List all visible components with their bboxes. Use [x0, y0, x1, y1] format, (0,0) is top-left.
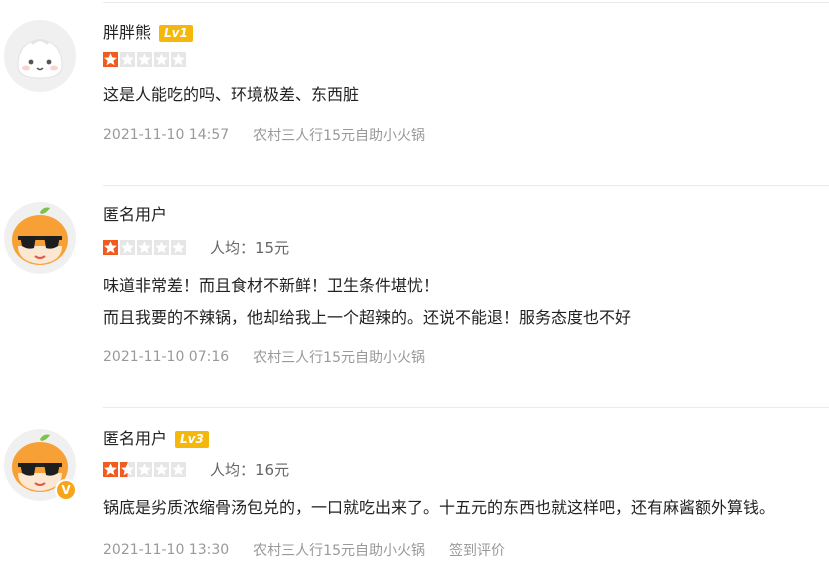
username[interactable]: 胖胖熊 [103, 22, 151, 44]
star-empty-icon [137, 461, 152, 477]
review-item: V 匿名用户 Lv3 人均：16元 锅底是劣质浓缩骨汤包兑的，一口就吃出来了。十… [0, 407, 829, 574]
star-rating [103, 51, 186, 67]
price-per-person: 人均：16元 [210, 460, 290, 479]
review-content: 这是人能吃的吗、环境极差、东西脏 [103, 79, 359, 111]
shop-name-link[interactable]: 农村三人行15元自助小火锅 [253, 347, 425, 367]
username[interactable]: 匿名用户 [103, 204, 167, 226]
review-date: 2021-11-10 14:57 [103, 127, 230, 143]
review-content-line: 锅底是劣质浓缩骨汤包兑的，一口就吃出来了。十五元的东西也就这样吧，还有麻酱额外算… [103, 498, 776, 517]
price-per-person: 人均：15元 [210, 238, 290, 257]
orange-sunglasses-avatar-icon[interactable] [4, 202, 76, 274]
review-item: 匿名用户 人均：15元 味道非常差！而且食材不新鲜！卫生条件堪忧！ 而且我要的不… [0, 185, 829, 407]
verified-badge-icon: V [55, 479, 77, 501]
star-rating [103, 239, 186, 255]
star-empty-icon [171, 461, 186, 477]
review-content-line: 味道非常差！而且食材不新鲜！卫生条件堪忧！ [103, 276, 440, 295]
star-filled-icon [103, 461, 118, 477]
rating-row [103, 51, 186, 67]
steamed-bun-avatar-icon[interactable] [4, 20, 76, 92]
rating-row: 人均：16元 [103, 460, 290, 479]
star-empty-icon [154, 51, 169, 67]
review-content: 锅底是劣质浓缩骨汤包兑的，一口就吃出来了。十五元的东西也就这样吧，还有麻酱额外算… [103, 492, 775, 524]
review-date: 2021-11-10 07:16 [103, 349, 230, 365]
star-empty-icon [137, 239, 152, 255]
checkin-review-label: 签到评价 [449, 543, 505, 559]
star-empty-icon [171, 239, 186, 255]
star-filled-icon [103, 51, 118, 67]
username-row: 胖胖熊 Lv1 [103, 22, 193, 44]
star-half-icon [120, 461, 135, 477]
orange-sunglasses-avatar-icon[interactable]: V [4, 429, 77, 501]
star-empty-icon [137, 51, 152, 67]
star-empty-icon [154, 461, 169, 477]
star-empty-icon [171, 51, 186, 67]
username-row: 匿名用户 Lv3 [103, 428, 209, 450]
username-row: 匿名用户 [103, 204, 167, 226]
review-date: 2021-11-10 13:30 [103, 542, 230, 558]
review-item: 胖胖熊 Lv1 这是人能吃的吗、环境极差、东西脏 2021-11-10 14:5… [0, 0, 829, 185]
star-rating [103, 461, 186, 477]
review-meta: 2021-11-10 07:16 农村三人行15元自助小火锅 [103, 347, 425, 367]
review-content-line: 这是人能吃的吗、环境极差、东西脏 [103, 85, 360, 104]
star-filled-icon [103, 239, 118, 255]
level-badge: Lv1 [159, 24, 193, 42]
review-content: 味道非常差！而且食材不新鲜！卫生条件堪忧！ 而且我要的不辣锅，他却给我上一个超辣… [103, 270, 631, 334]
level-badge: Lv3 [175, 430, 209, 448]
review-meta: 2021-11-10 13:30 农村三人行15元自助小火锅 签到评价 [103, 540, 505, 560]
review-meta: 2021-11-10 14:57 农村三人行15元自助小火锅 [103, 125, 425, 145]
shop-name-link[interactable]: 农村三人行15元自助小火锅 [253, 540, 425, 560]
star-empty-icon [154, 239, 169, 255]
username[interactable]: 匿名用户 [103, 428, 167, 450]
review-list: 胖胖熊 Lv1 这是人能吃的吗、环境极差、东西脏 2021-11-10 14:5… [0, 0, 829, 574]
star-empty-icon [120, 239, 135, 255]
star-empty-icon [120, 51, 135, 67]
review-content-line: 而且我要的不辣锅，他却给我上一个超辣的。还说不能退！服务态度也不好 [103, 308, 632, 327]
rating-row: 人均：15元 [103, 238, 290, 257]
shop-name-link[interactable]: 农村三人行15元自助小火锅 [253, 125, 425, 145]
